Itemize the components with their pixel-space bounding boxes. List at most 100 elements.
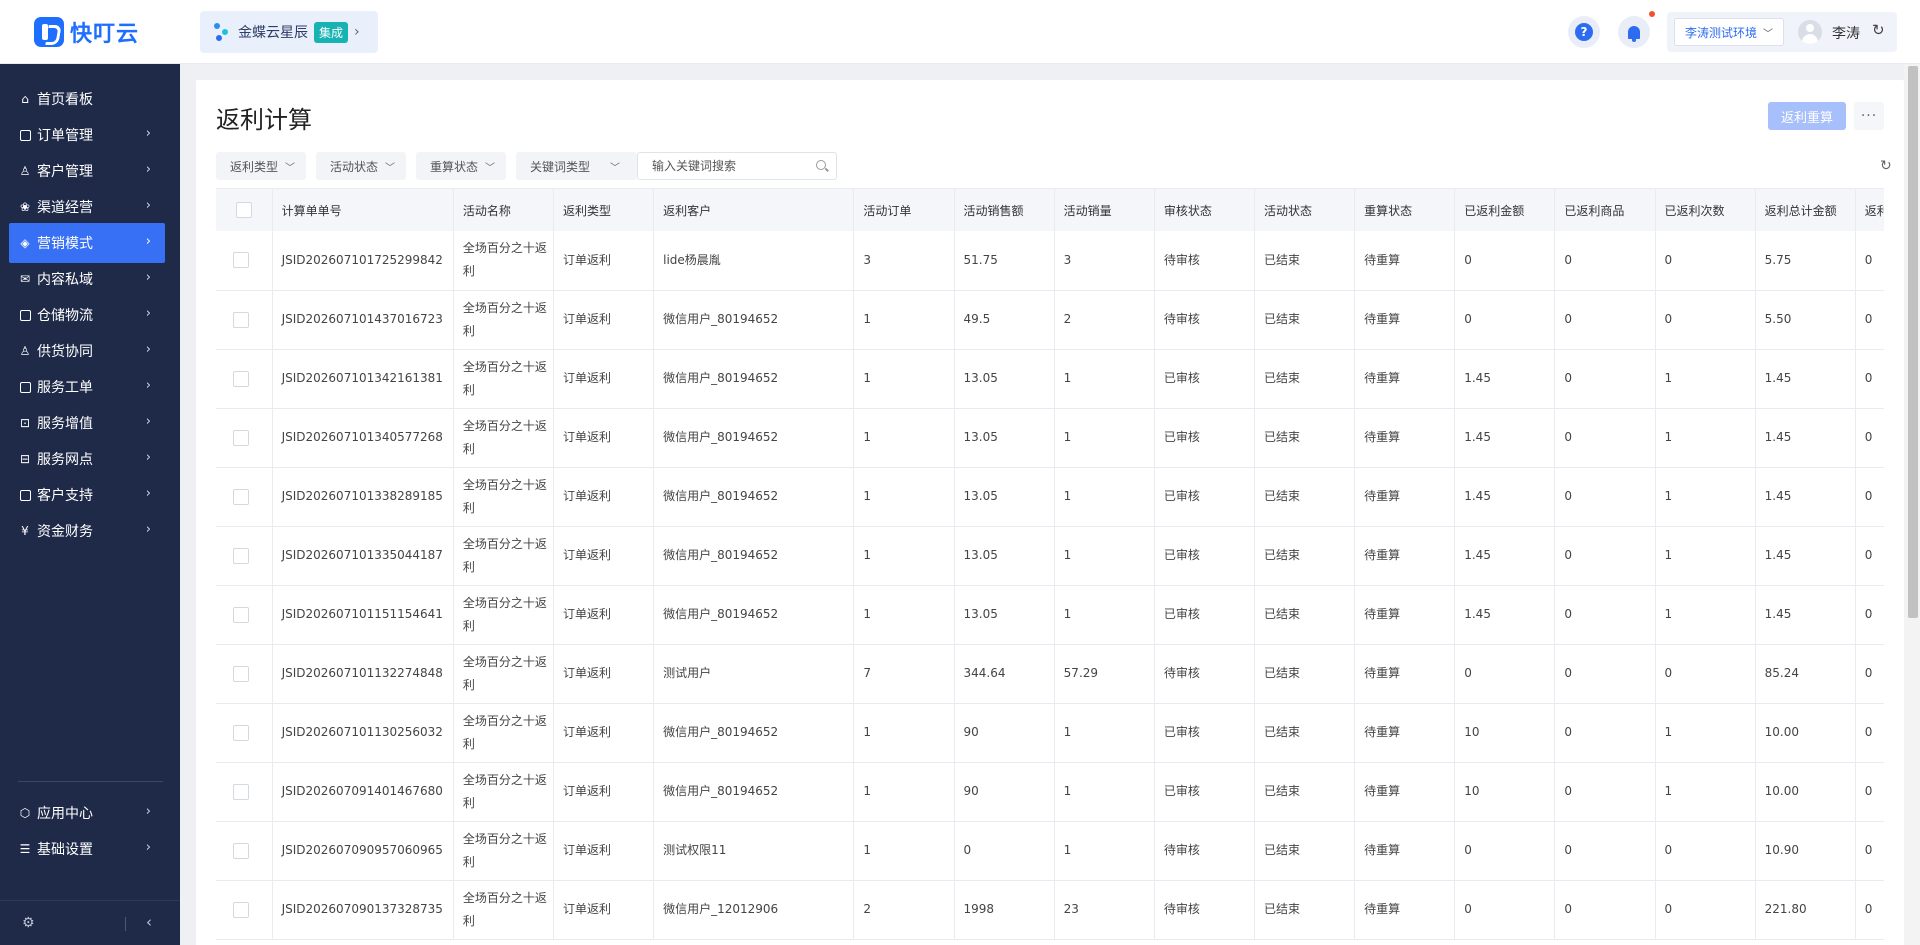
- table-cell: 已结束: [1254, 526, 1356, 586]
- filter-keyword-type[interactable]: 关键词类型 ﹀: [516, 152, 637, 180]
- column-header: 已返利商品: [1554, 189, 1656, 231]
- table-row[interactable]: JSID202607101342161381 全场百分之十返利 订单返利 微信用户_8…: [216, 349, 1884, 409]
- sidebar-item-finance[interactable]: ¥ 资金财务 ›: [9, 511, 165, 551]
- logo-icon: [34, 17, 64, 47]
- table-cell: 订单返利: [553, 231, 655, 291]
- marketing-icon: ◈: [20, 236, 30, 250]
- sidebar-item-support[interactable]: 客户支持 ›: [9, 475, 165, 515]
- more-actions-button[interactable]: ···: [1854, 102, 1884, 130]
- filter-recalc-status[interactable]: 重算状态 ﹀: [416, 152, 506, 180]
- sidebar-item-channels[interactable]: ❀ 渠道经营 ›: [9, 187, 165, 227]
- table-cell: 0: [1655, 644, 1756, 704]
- table-cell: 1: [1054, 408, 1155, 468]
- table-header-row: 计算单单号 活动名称 返利类型 返利客户 活动订单 活动销售额 活动销量 审核状…: [216, 189, 1884, 231]
- sidebar-item-warehouse[interactable]: 仓储物流 ›: [9, 295, 165, 335]
- table-row[interactable]: JSID202607090957060965 全场百分之十返利 订单返利 测试权限11…: [216, 821, 1884, 881]
- table-row[interactable]: JSID202607101132274848 全场百分之十返利 订单返利 测试用户 7 3…: [216, 644, 1884, 704]
- row-checkbox[interactable]: [232, 370, 249, 387]
- row-checkbox[interactable]: [232, 842, 249, 859]
- row-select-cell: [216, 349, 273, 409]
- row-select-cell: [216, 408, 273, 468]
- sidebar-item-content[interactable]: ✉ 内容私域 ›: [9, 259, 165, 299]
- table-cell: 已结束: [1254, 467, 1356, 527]
- column-header: 已返利金额: [1454, 189, 1556, 231]
- table-cell: 已审核: [1154, 703, 1255, 763]
- table-row[interactable]: JSID202607101151154641 全场百分之十返利 订单返利 微信用户_8…: [216, 585, 1884, 645]
- filter-rebate-type[interactable]: 返利类型 ﹀: [216, 152, 306, 180]
- sidebar-item-service-tickets[interactable]: 服务工单 ›: [9, 367, 165, 407]
- sidebar-item-orders[interactable]: 订单管理 ›: [9, 115, 165, 155]
- chevron-down-icon: ﹀: [485, 162, 496, 174]
- app-center-icon: ⬡: [19, 806, 31, 820]
- row-checkbox[interactable]: [232, 901, 249, 918]
- gear-icon[interactable]: ⚙: [22, 915, 35, 931]
- table-row[interactable]: JSID202607101340577268 全场百分之十返利 订单返利 微信用户_8…: [216, 408, 1884, 468]
- filter-activity-status[interactable]: 活动状态 ﹀: [316, 152, 406, 180]
- table-refresh-icon[interactable]: ↻: [1880, 158, 1892, 174]
- table-cell: 7: [853, 644, 955, 704]
- row-select-cell: [216, 290, 273, 350]
- page-scrollbar[interactable]: [1904, 64, 1920, 945]
- sidebar-item-basic-settings[interactable]: ☰ 基础设置 ›: [9, 829, 165, 869]
- table-cell: 221.80: [1755, 880, 1856, 940]
- sidebar-item-customers[interactable]: ♙ 客户管理 ›: [9, 151, 165, 191]
- environment-select[interactable]: 李涛测试环境 ﹀: [1674, 18, 1785, 46]
- table-cell: 1: [1655, 349, 1756, 409]
- collapse-sidebar-icon[interactable]: ‹: [146, 913, 152, 931]
- table-row[interactable]: JSID202607090137328735 全场百分之十返利 订单返利 微信用户_1…: [216, 880, 1884, 940]
- search-icon[interactable]: [816, 160, 826, 170]
- table-row[interactable]: JSID202607101725299842 全场百分之十返利 订单返利 lide杨晨…: [216, 231, 1884, 291]
- rebate-recalculate-button[interactable]: 返利重算: [1768, 102, 1846, 130]
- switch-refresh-icon[interactable]: ↻: [1872, 21, 1885, 39]
- app-logo[interactable]: 快叮云: [34, 16, 139, 48]
- row-checkbox[interactable]: [232, 724, 249, 741]
- row-checkbox[interactable]: [232, 606, 249, 623]
- sidebar-footer: ⚙ ‹: [0, 900, 180, 945]
- help-button[interactable]: ?: [1568, 16, 1600, 48]
- sidebar-item-supply[interactable]: ♙ 供货协同 ›: [9, 331, 165, 371]
- table-row[interactable]: JSID202607101130256032 全场百分之十返利 订单返利 微信用户_8…: [216, 703, 1884, 763]
- search-input[interactable]: [638, 153, 808, 179]
- table-row[interactable]: JSID202607101335044187 全场百分之十返利 订单返利 微信用户_8…: [216, 526, 1884, 586]
- table-cell: 待重算: [1354, 408, 1456, 468]
- table-cell: 0: [1855, 290, 1884, 350]
- table-row[interactable]: JSID202607091401467680 全场百分之十返利 订单返利 微信用户_8…: [216, 762, 1884, 822]
- sidebar-item-outlets[interactable]: ⊟ 服务网点 ›: [9, 439, 165, 479]
- select-all-checkbox[interactable]: [235, 202, 252, 218]
- column-header: 已返利次数: [1655, 189, 1756, 231]
- table-cell: 0: [1554, 703, 1656, 763]
- finance-icon: ¥: [21, 524, 29, 538]
- sidebar-item-marketing[interactable]: ◈ 营销模式 ›: [9, 223, 165, 263]
- sidebar-item-label: 渠道经营: [37, 200, 93, 216]
- avatar[interactable]: [1798, 20, 1822, 44]
- table-cell: 90: [954, 762, 1055, 822]
- table-cell: 1.45: [1755, 408, 1856, 468]
- table-cell: 1: [1054, 349, 1155, 409]
- row-checkbox[interactable]: [232, 665, 249, 682]
- sidebar-item-label: 服务网点: [37, 452, 93, 468]
- table-cell: JSID202607090957060965: [272, 821, 454, 881]
- sidebar-item-label: 客户管理: [37, 164, 93, 180]
- table-cell: JSID202607101151154641: [272, 585, 454, 645]
- row-checkbox[interactable]: [232, 311, 249, 328]
- table-row[interactable]: JSID202607101437016723 全场百分之十返利 订单返利 微信用户_8…: [216, 290, 1884, 350]
- row-checkbox[interactable]: [232, 252, 249, 269]
- row-checkbox[interactable]: [232, 783, 249, 800]
- table-cell: 微信用户_80194652: [653, 585, 855, 645]
- kingdee-integration-button[interactable]: 金蝶云星辰 集成 ›: [200, 11, 378, 53]
- sidebar-item-value-added[interactable]: ⊡ 服务增值 ›: [9, 403, 165, 443]
- row-checkbox[interactable]: [232, 488, 249, 505]
- table-cell: 已结束: [1254, 231, 1356, 291]
- row-checkbox[interactable]: [232, 429, 249, 446]
- sidebar-item-app-center[interactable]: ⬡ 应用中心 ›: [9, 793, 165, 833]
- table-cell: 待审核: [1154, 880, 1255, 940]
- scrollbar-thumb[interactable]: [1908, 66, 1918, 618]
- notification-button[interactable]: [1618, 16, 1650, 48]
- help-icon: ?: [1575, 23, 1593, 41]
- row-checkbox[interactable]: [232, 547, 249, 564]
- table-cell: 0: [1454, 644, 1556, 704]
- sidebar-item-dashboard[interactable]: ⌂ 首页看板: [9, 79, 165, 119]
- table-row[interactable]: JSID202607101338289185 全场百分之十返利 订单返利 微信用户_8…: [216, 467, 1884, 527]
- table-cell: 0: [1554, 231, 1656, 291]
- table-cell: 已审核: [1154, 349, 1255, 409]
